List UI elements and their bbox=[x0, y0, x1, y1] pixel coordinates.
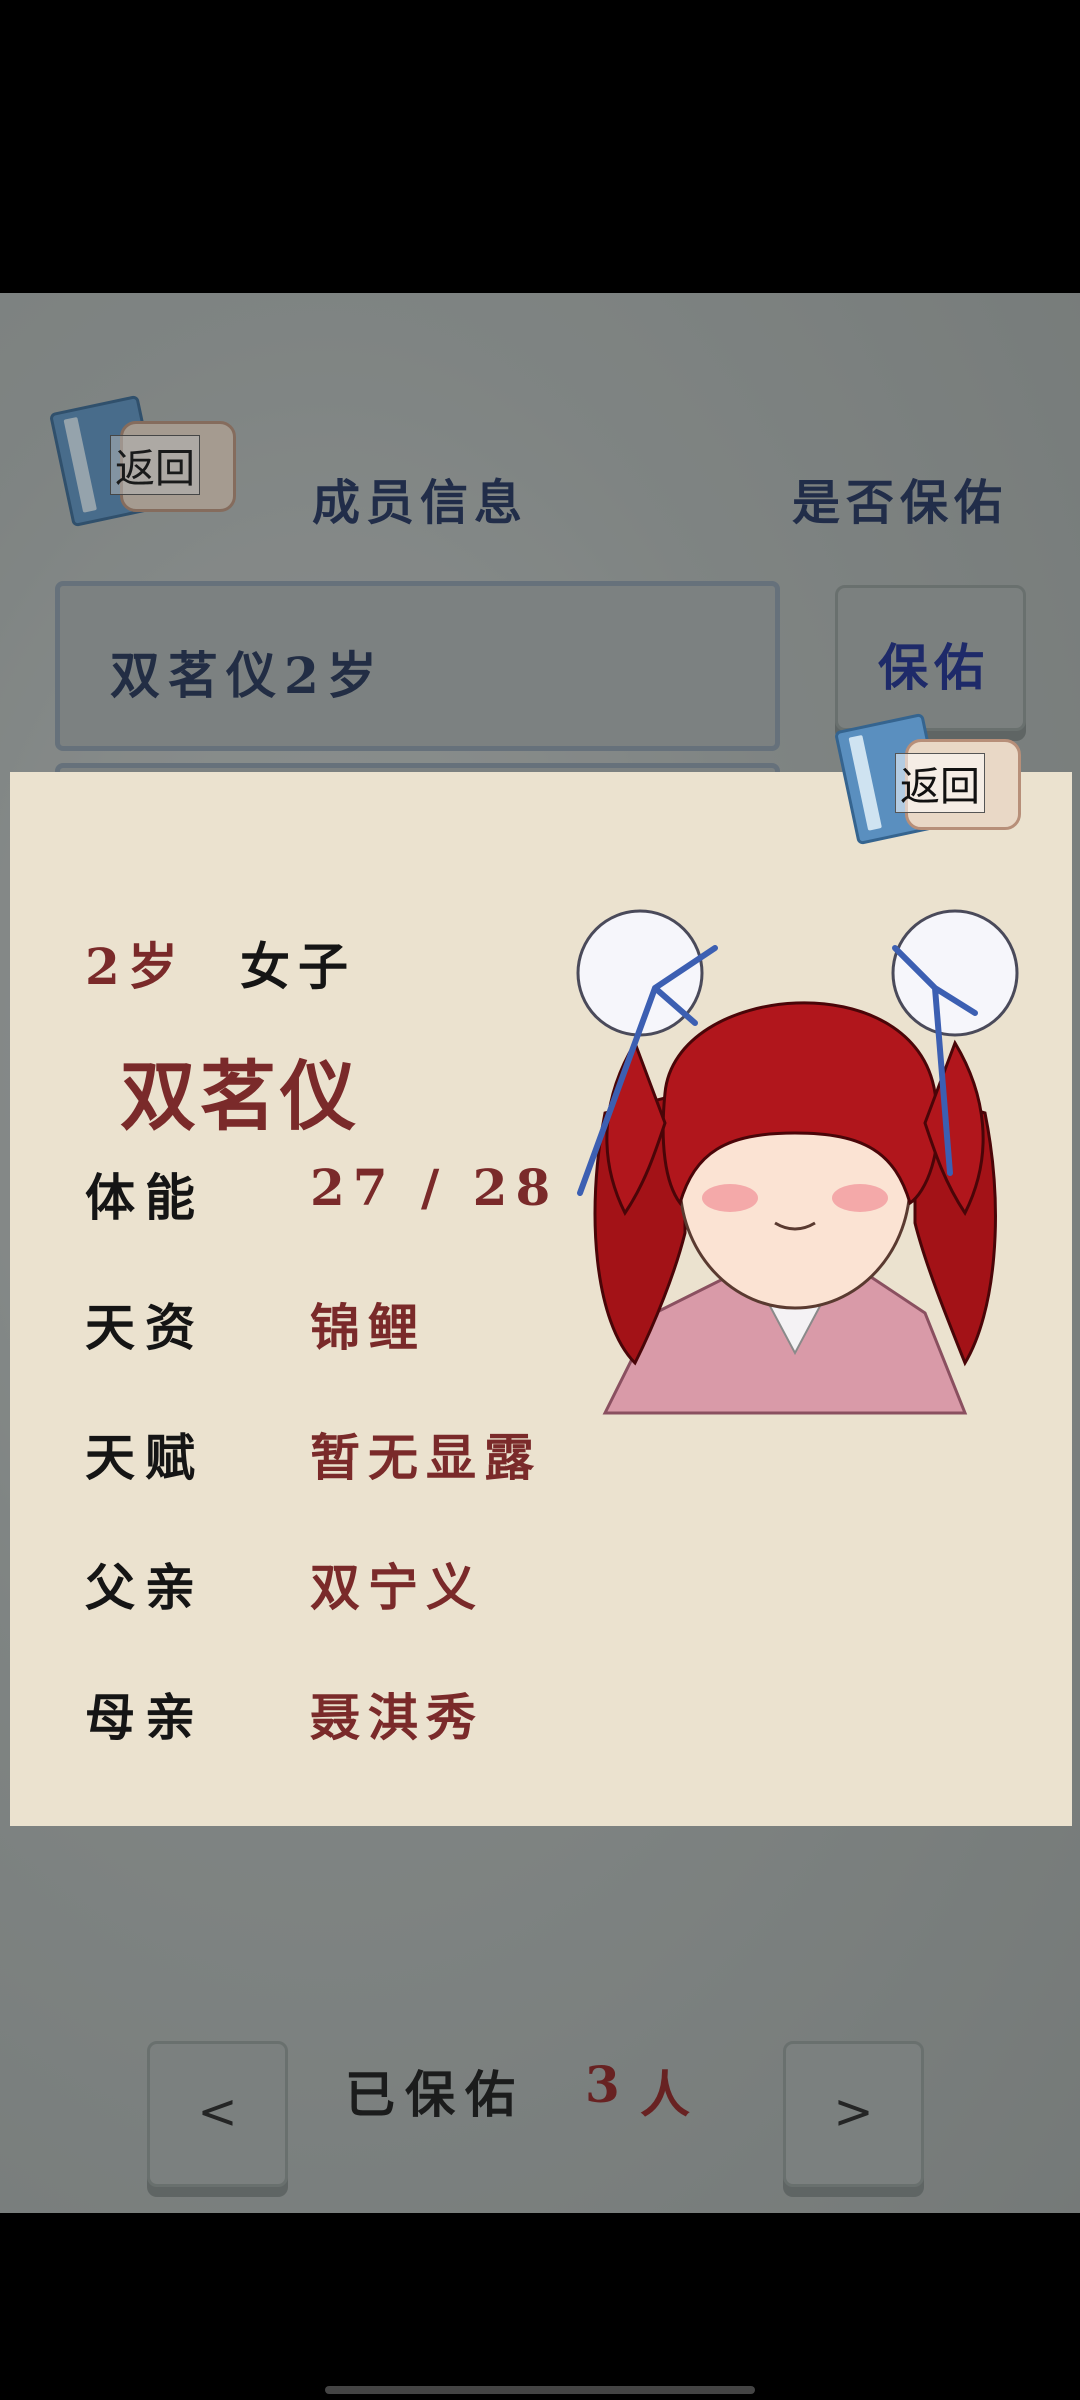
talent-value: 暂无显露 bbox=[310, 1428, 542, 1487]
member-age: 2岁 bbox=[85, 937, 186, 996]
father-label: 父亲 bbox=[85, 1558, 205, 1617]
member-name-title: 双茗仪 bbox=[120, 1052, 360, 1141]
aptitude-value: 锦鲤 bbox=[310, 1298, 426, 1357]
game-screen: 返回 成员信息 是否保佑 双茗仪2岁 保佑 < 已保佑 3 人 > 2岁 女子 … bbox=[0, 293, 1080, 2213]
mother-value: 聂淇秀 bbox=[310, 1688, 484, 1747]
member-gender: 女子 bbox=[240, 937, 356, 996]
character-portrait bbox=[576, 909, 1019, 1415]
popup-back-button[interactable]: 返回 bbox=[833, 711, 1025, 846]
aptitude-label: 天资 bbox=[85, 1298, 205, 1357]
popup-back-button-label: 返回 bbox=[895, 753, 985, 813]
home-indicator[interactable] bbox=[325, 2386, 755, 2394]
stamina-value: 27 / 28 bbox=[310, 1158, 559, 1217]
father-value: 双宁义 bbox=[310, 1558, 484, 1617]
stamina-label: 体能 bbox=[85, 1168, 205, 1227]
torn-edge-bottom bbox=[10, 1812, 1072, 1826]
talent-label: 天赋 bbox=[85, 1428, 205, 1487]
mother-label: 母亲 bbox=[85, 1688, 205, 1747]
hair-bun-right bbox=[891, 909, 1019, 1037]
